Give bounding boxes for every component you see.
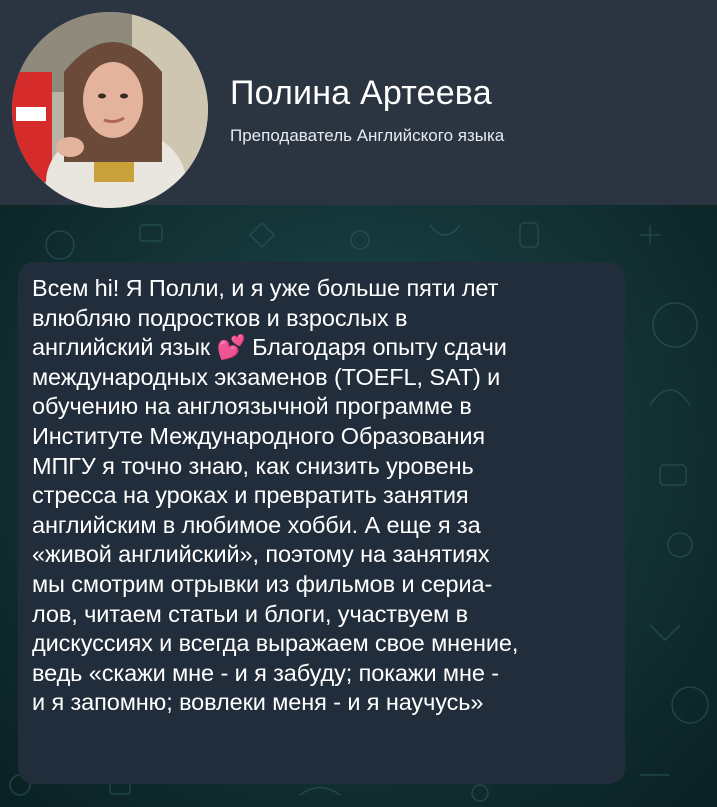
profile-header: Полина Артеева Преподаватель Английского… (0, 0, 717, 208)
message-bubble[interactable]: Всем hi! Я Полли, и я уже больше пяти ле… (18, 262, 625, 784)
avatar[interactable] (12, 12, 208, 208)
profile-name: Полина Артеева (230, 74, 492, 112)
avatar-photo (12, 12, 208, 208)
profile-role: Преподаватель Английского языка (230, 126, 505, 145)
message-text: Всем hi! Я Полли, и я уже больше пяти ле… (32, 275, 519, 716)
